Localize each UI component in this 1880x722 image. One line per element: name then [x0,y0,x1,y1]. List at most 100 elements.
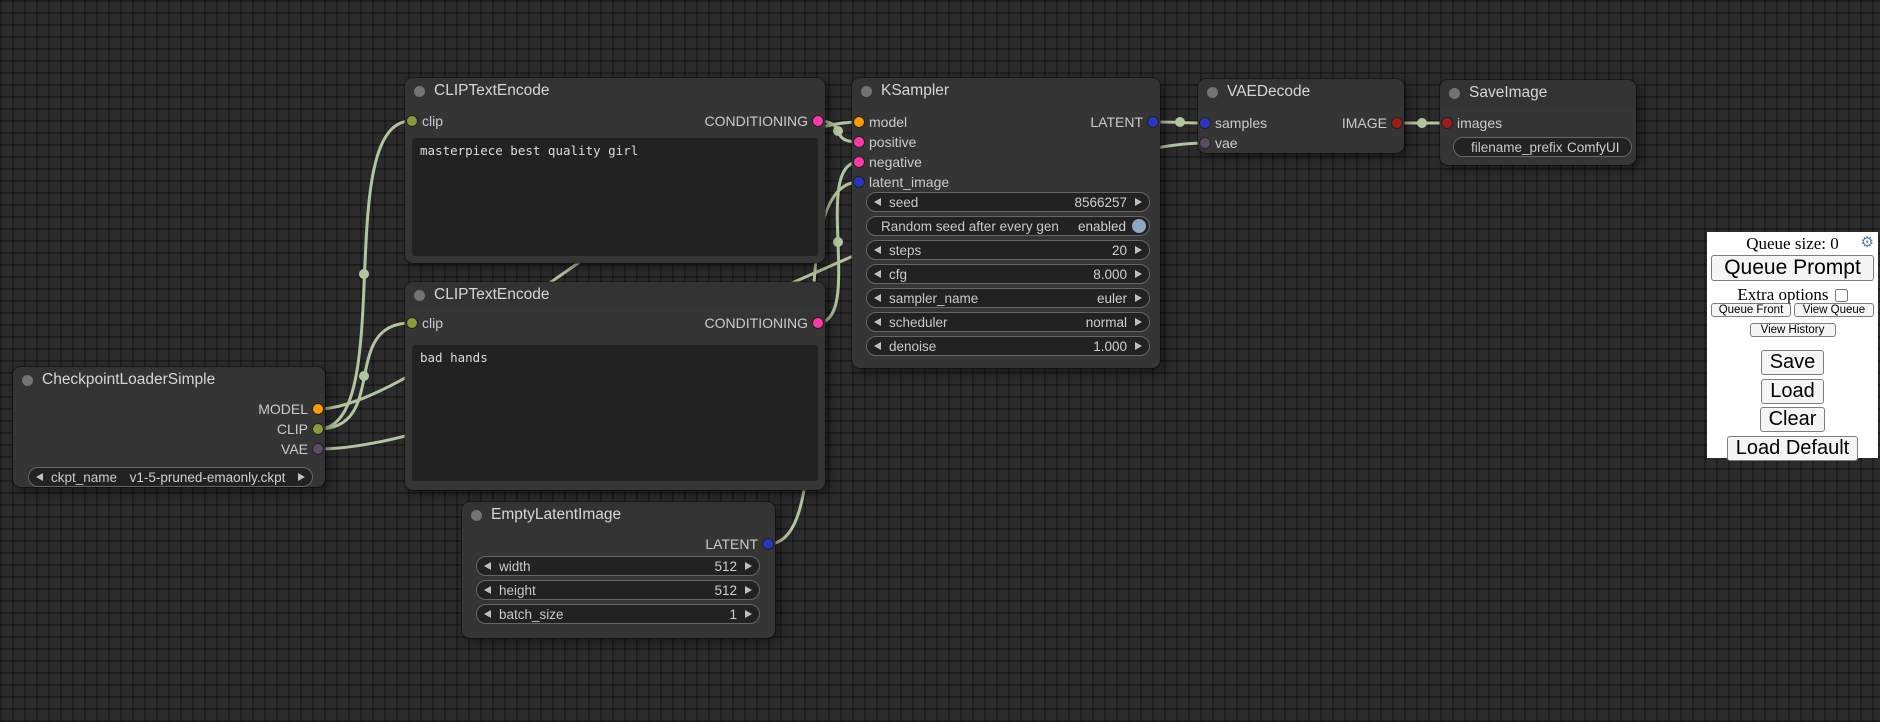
positive-input-dot[interactable] [854,137,864,147]
decrement-arrow-icon[interactable] [36,473,43,481]
node-title-bar[interactable]: CLIPTextEncode [405,78,825,104]
clip-output-dot[interactable] [313,424,323,434]
collapse-dot-icon[interactable] [414,86,425,97]
load-button[interactable]: Load [1761,379,1824,404]
collapse-dot-icon[interactable] [414,290,425,301]
input-slot-model: model [852,112,1160,132]
collapse-dot-icon[interactable] [1207,87,1218,98]
width-number-widget[interactable]: width 512 [476,556,760,576]
node-vae-decode[interactable]: VAEDecode samples IMAGE vae [1198,79,1404,153]
prompt-textarea[interactable] [412,138,818,256]
clear-button[interactable]: Clear [1760,407,1826,432]
collapse-dot-icon[interactable] [471,510,482,521]
extra-options-checkbox[interactable] [1835,289,1848,302]
decrement-arrow-icon[interactable] [484,610,491,618]
queue-front-button[interactable]: Queue Front [1711,303,1791,317]
increment-arrow-icon[interactable] [298,473,305,481]
images-input-dot[interactable] [1442,118,1452,128]
increment-arrow-icon[interactable] [1135,318,1142,326]
link-midpoint-dot[interactable] [359,371,369,381]
cfg-number-widget[interactable]: cfg 8.000 [866,264,1150,284]
link-midpoint-dot[interactable] [1417,118,1427,128]
decrement-arrow-icon[interactable] [874,270,881,278]
node-clip-text-encode-negative[interactable]: CLIPTextEncode clip CONDITIONING [405,282,825,490]
save-button[interactable]: Save [1761,350,1825,375]
node-title: SaveImage [1469,84,1547,102]
increment-arrow-icon[interactable] [1135,198,1142,206]
increment-arrow-icon[interactable] [1135,246,1142,254]
node-save-image[interactable]: SaveImage images filename_prefix ComfyUI [1440,80,1636,165]
increment-arrow-icon[interactable] [1135,294,1142,302]
latent-image-input-dot[interactable] [854,177,864,187]
queue-prompt-button[interactable]: Queue Prompt [1711,255,1874,281]
conditioning-output-dot[interactable] [813,318,823,328]
increment-arrow-icon[interactable] [1135,270,1142,278]
view-history-button[interactable]: View History [1750,323,1836,337]
decrement-arrow-icon[interactable] [484,562,491,570]
model-output-dot[interactable] [313,404,323,414]
collapse-dot-icon[interactable] [22,375,33,386]
node-ksampler[interactable]: KSampler LATENT model positive negative … [852,78,1160,368]
node-title-bar[interactable]: KSampler [852,78,1160,104]
graph-canvas[interactable]: { "colors": { "wire": "#b2c4a0", "slot":… [0,0,1880,722]
increment-arrow-icon[interactable] [745,610,752,618]
node-checkpoint-loader[interactable]: CheckpointLoaderSimple MODEL CLIP VAE ck… [13,367,325,487]
conditioning-output-dot[interactable] [813,116,823,126]
comfy-menu-panel[interactable]: Queue size: 0 ⚙ Queue Prompt Extra optio… [1707,232,1878,458]
decrement-arrow-icon[interactable] [874,342,881,350]
seed-number-widget[interactable]: seed 8566257 [866,192,1150,212]
slot-row: samples IMAGE [1198,113,1404,133]
increment-arrow-icon[interactable] [745,586,752,594]
clip-input-dot[interactable] [407,318,417,328]
node-title-bar[interactable]: EmptyLatentImage [462,502,775,528]
prompt-textarea[interactable] [412,345,818,481]
node-title-bar[interactable]: CLIPTextEncode [405,282,825,308]
height-number-widget[interactable]: height 512 [476,580,760,600]
slot-label: IMAGE [1342,115,1387,131]
node-title-bar[interactable]: SaveImage [1440,80,1636,106]
node-clip-text-encode-positive[interactable]: CLIPTextEncode clip CONDITIONING [405,78,825,263]
node-title: KSampler [881,82,949,100]
link-midpoint-dot[interactable] [833,237,843,247]
node-empty-latent-image[interactable]: EmptyLatentImage LATENT width 512 height… [462,502,775,638]
random-seed-toggle-widget[interactable]: Random seed after every gen enabled [866,216,1150,236]
vae-output-dot[interactable] [313,444,323,454]
collapse-dot-icon[interactable] [861,86,872,97]
link-midpoint-dot[interactable] [359,269,369,279]
sampler-name-combo-widget[interactable]: sampler_name euler [866,288,1150,308]
widget-value: enabled [1078,219,1126,234]
clip-input-dot[interactable] [407,116,417,126]
image-output-dot[interactable] [1392,118,1402,128]
node-title-bar[interactable]: VAEDecode [1198,79,1404,105]
decrement-arrow-icon[interactable] [874,294,881,302]
gear-icon[interactable]: ⚙ [1861,235,1874,252]
denoise-number-widget[interactable]: denoise 1.000 [866,336,1150,356]
decrement-arrow-icon[interactable] [484,586,491,594]
increment-arrow-icon[interactable] [1135,342,1142,350]
view-queue-button[interactable]: View Queue [1794,303,1874,317]
widget-value: 8566257 [1074,195,1127,210]
scheduler-combo-widget[interactable]: scheduler normal [866,312,1150,332]
vae-input-dot[interactable] [1200,138,1210,148]
decrement-arrow-icon[interactable] [874,198,881,206]
toggle-on-icon[interactable] [1132,219,1146,233]
node-title-bar[interactable]: CheckpointLoaderSimple [13,367,325,393]
latent-output-dot[interactable] [763,539,773,549]
slot-label: clip [422,113,443,129]
link-midpoint-dot[interactable] [833,126,843,136]
model-input-dot[interactable] [854,117,864,127]
decrement-arrow-icon[interactable] [874,318,881,326]
filename-prefix-text-widget[interactable]: filename_prefix ComfyUI [1453,137,1632,157]
widget-label: filename_prefix [1471,140,1563,155]
negative-input-dot[interactable] [854,157,864,167]
batch-size-number-widget[interactable]: batch_size 1 [476,604,760,624]
link-midpoint-dot[interactable] [1175,117,1185,127]
steps-number-widget[interactable]: steps 20 [866,240,1150,260]
collapse-dot-icon[interactable] [1449,88,1460,99]
widget-value: 8.000 [1093,267,1127,282]
increment-arrow-icon[interactable] [745,562,752,570]
decrement-arrow-icon[interactable] [874,246,881,254]
samples-input-dot[interactable] [1200,118,1210,128]
load-default-button[interactable]: Load Default [1727,436,1858,461]
ckpt-name-combo-widget[interactable]: ckpt_name v1-5-pruned-emaonly.ckpt [28,467,313,487]
